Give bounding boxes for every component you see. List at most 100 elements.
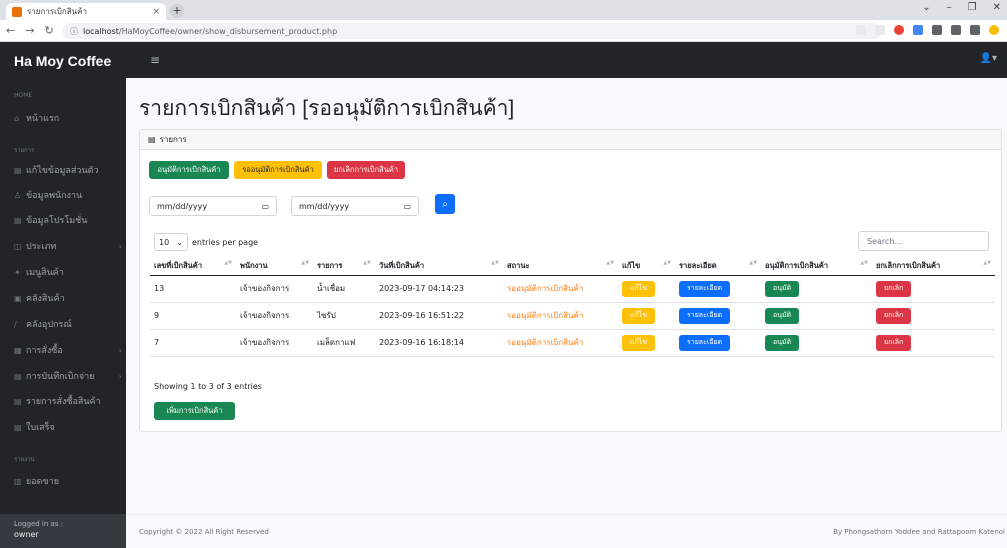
sort-icon: ▲▼ bbox=[224, 260, 232, 266]
sidebar-item-categories[interactable]: ◫ ประเภท › bbox=[14, 239, 122, 253]
sidebar-item-home[interactable]: ⌂ หน้าแรก bbox=[14, 111, 122, 125]
minimize-icon[interactable]: – bbox=[947, 2, 952, 13]
filter-cancelled-button[interactable]: ยกเลิกการเบิกสินค้า bbox=[327, 161, 405, 179]
top-navbar: Ha Moy Coffee ≡ 👤▾ bbox=[0, 42, 1007, 78]
extensions-puzzle-icon[interactable] bbox=[951, 25, 961, 35]
sidebar-item-disbursement[interactable]: ▤ การบันทึกเบิกจ่าย › bbox=[14, 369, 122, 383]
edit-button[interactable]: แก้ไข bbox=[622, 334, 656, 351]
table-row: 7 เจ้าของกิจการ เมล็ดกาแฟ 2023-09-16 16:… bbox=[150, 329, 995, 357]
credit-text: By Phongsathorn Yoddee and Rattapoom Kat… bbox=[833, 528, 1005, 536]
sidebar-item-menu[interactable]: ✦ เมนูสินค้า bbox=[14, 265, 122, 279]
card-header-label: รายการ bbox=[159, 135, 187, 144]
approve-button[interactable]: อนุมัติ bbox=[765, 280, 800, 297]
new-tab-button[interactable]: + bbox=[170, 4, 184, 18]
bookmark-star-icon[interactable] bbox=[875, 25, 885, 35]
column-header-item[interactable]: รายการ ▲▼ bbox=[313, 257, 375, 276]
maximize-icon[interactable]: ❐ bbox=[968, 2, 977, 13]
edit-button[interactable]: แก้ไข bbox=[622, 280, 656, 297]
cancel-button[interactable]: ยกเลิก bbox=[876, 280, 912, 297]
column-header-employee[interactable]: พนักงาน ▲▼ bbox=[236, 257, 313, 276]
column-header-approve[interactable]: อนุมัติการเบิกสินค้า ▲▼ bbox=[761, 257, 872, 276]
sidebar-item-sales[interactable]: ▥ ยอดขาย bbox=[14, 474, 122, 488]
cell-status: รออนุมัติการเบิกสินค้า bbox=[503, 302, 618, 330]
profile-icon: ▤ bbox=[14, 165, 22, 175]
sidepanel-icon[interactable] bbox=[970, 25, 980, 35]
profile-avatar[interactable] bbox=[989, 25, 999, 35]
sidebar: HOME ⌂ หน้าแรก รายการ ▤ แก้ไขข้อมูลส่วนต… bbox=[0, 78, 126, 548]
user-menu-icon[interactable]: 👤▾ bbox=[980, 53, 997, 64]
column-header-date[interactable]: วันที่เบิกสินค้า ▲▼ bbox=[375, 257, 503, 276]
column-header-status[interactable]: สถานะ ▲▼ bbox=[503, 257, 618, 276]
cancel-button[interactable]: ยกเลิก bbox=[876, 307, 912, 324]
page-footer: Copyright © 2022 All Right Reserved By P… bbox=[126, 514, 1007, 548]
close-window-icon[interactable]: ✕ bbox=[993, 2, 1001, 13]
sidebar-item-employees[interactable]: ♙ ข้อมูลพนักงาน bbox=[14, 188, 122, 202]
date-to-placeholder: mm/dd/yyyy bbox=[299, 201, 350, 211]
add-disbursement-button[interactable]: เพิ่มการเบิกสินค้า bbox=[154, 402, 235, 420]
main-content: รายการเบิกสินค้า [รออนุมัติการเบิกสินค้า… bbox=[126, 78, 1007, 548]
back-icon[interactable]: ← bbox=[6, 24, 15, 37]
home-icon: ⌂ bbox=[14, 113, 20, 123]
browser-tab[interactable]: รายการเบิกสินค้า × bbox=[6, 3, 166, 20]
reload-icon[interactable]: ↻ bbox=[44, 24, 53, 37]
entries-per-page-select[interactable]: 10 ⌄ bbox=[154, 233, 188, 251]
cell-cancel: ยกเลิก bbox=[872, 302, 995, 330]
forward-icon[interactable]: → bbox=[25, 24, 34, 37]
sidebar-item-promotions[interactable]: ▤ ข้อมูลโปรโมชั่น bbox=[14, 213, 122, 227]
extension-icon-2[interactable] bbox=[932, 25, 942, 35]
tab-search-icon[interactable]: ⌄ bbox=[922, 2, 930, 13]
edit-button[interactable]: แก้ไข bbox=[622, 307, 656, 324]
detail-button[interactable]: รายละเอียด bbox=[679, 334, 731, 351]
chart-icon: ▥ bbox=[14, 476, 22, 486]
logged-in-label: Logged in as : bbox=[14, 520, 64, 528]
cell-cancel: ยกเลิก bbox=[872, 329, 995, 357]
url-field[interactable]: ⓘ localhost /HaMoyCoffee/owner/show_disb… bbox=[62, 23, 882, 39]
approve-button[interactable]: อนุมัติ bbox=[765, 334, 800, 351]
detail-button[interactable]: รายละเอียด bbox=[679, 307, 731, 324]
sidebar-item-equipment[interactable]: ∕ คลังอุปกรณ์ bbox=[14, 317, 122, 331]
detail-button[interactable]: รายละเอียด bbox=[679, 280, 731, 297]
site-info-icon[interactable]: ⓘ bbox=[70, 26, 78, 37]
sidebar-item-orders[interactable]: ▦ การสั่งซื้อ › bbox=[14, 343, 122, 357]
filter-pending-button[interactable]: รออนุมัติการเบิกสินค้า bbox=[234, 161, 322, 179]
cancel-button[interactable]: ยกเลิก bbox=[876, 334, 912, 351]
calendar-icon[interactable]: ▭ bbox=[403, 202, 411, 211]
sidebar-item-receipts[interactable]: ▤ ใบเสร็จ bbox=[14, 420, 122, 434]
calendar-icon[interactable]: ▭ bbox=[261, 202, 269, 211]
date-from-input[interactable]: mm/dd/yyyy ▭ bbox=[149, 196, 277, 216]
date-to-input[interactable]: mm/dd/yyyy ▭ bbox=[291, 196, 419, 216]
table-row: 13 เจ้าของกิจการ น้ำเชื่อม 2023-09-17 04… bbox=[150, 275, 995, 303]
approve-button[interactable]: อนุมัติ bbox=[765, 307, 800, 324]
share-icon[interactable] bbox=[856, 25, 866, 35]
cell-date: 2023-09-16 16:18:14 bbox=[375, 329, 503, 357]
ledger-icon: ▤ bbox=[14, 371, 22, 381]
table-search-input[interactable]: Search... bbox=[858, 231, 989, 251]
chevron-right-icon: › bbox=[118, 241, 122, 251]
filter-approved-button[interactable]: อนุมัติการเบิกสินค้า bbox=[149, 161, 229, 179]
receipt-icon: ▤ bbox=[14, 422, 22, 432]
sidebar-item-purchase-list[interactable]: ▤ รายการสั่งซื้อสินค้า bbox=[14, 394, 122, 408]
sidebar-item-label: ข้อมูลพนักงาน bbox=[26, 191, 83, 201]
date-search-button[interactable]: ⌕ bbox=[435, 194, 455, 214]
column-header-cancel[interactable]: ยกเลิกการเบิกสินค้า ▲▼ bbox=[872, 257, 995, 276]
chevron-right-icon: › bbox=[118, 371, 122, 381]
brand-logo[interactable]: Ha Moy Coffee bbox=[14, 53, 111, 69]
extension-icons bbox=[856, 25, 999, 35]
cell-date: 2023-09-17 04:14:23 bbox=[375, 275, 503, 303]
table-icon: ▤ bbox=[148, 135, 156, 144]
cell-employee: เจ้าของกิจการ bbox=[236, 329, 313, 357]
column-header-id[interactable]: เลขที่เบิกสินค้า ▲▼ bbox=[150, 257, 236, 276]
tab-close-icon[interactable]: × bbox=[152, 7, 160, 17]
column-header-detail[interactable]: รายละเอียด ▲▼ bbox=[675, 257, 761, 276]
cell-employee: เจ้าของกิจการ bbox=[236, 275, 313, 303]
nav-buttons: ← → ↻ bbox=[6, 24, 54, 37]
table-row: 9 เจ้าของกิจการ ไซรัป 2023-09-16 16:51:2… bbox=[150, 302, 995, 330]
sidebar-item-edit-profile[interactable]: ▤ แก้ไขข้อมูลส่วนตัว bbox=[14, 163, 122, 177]
menu-toggle-icon[interactable]: ≡ bbox=[150, 53, 160, 67]
opera-extension-icon[interactable] bbox=[894, 25, 904, 35]
column-header-edit[interactable]: แก้ไข ▲▼ bbox=[618, 257, 675, 276]
sidebar-item-stock[interactable]: ▣ คลังสินค้า bbox=[14, 291, 122, 305]
cell-item: เมล็ดกาแฟ bbox=[313, 329, 375, 357]
url-path: /HaMoyCoffee/owner/show_disbursement_pro… bbox=[118, 26, 338, 36]
extension-icon[interactable] bbox=[913, 25, 923, 35]
